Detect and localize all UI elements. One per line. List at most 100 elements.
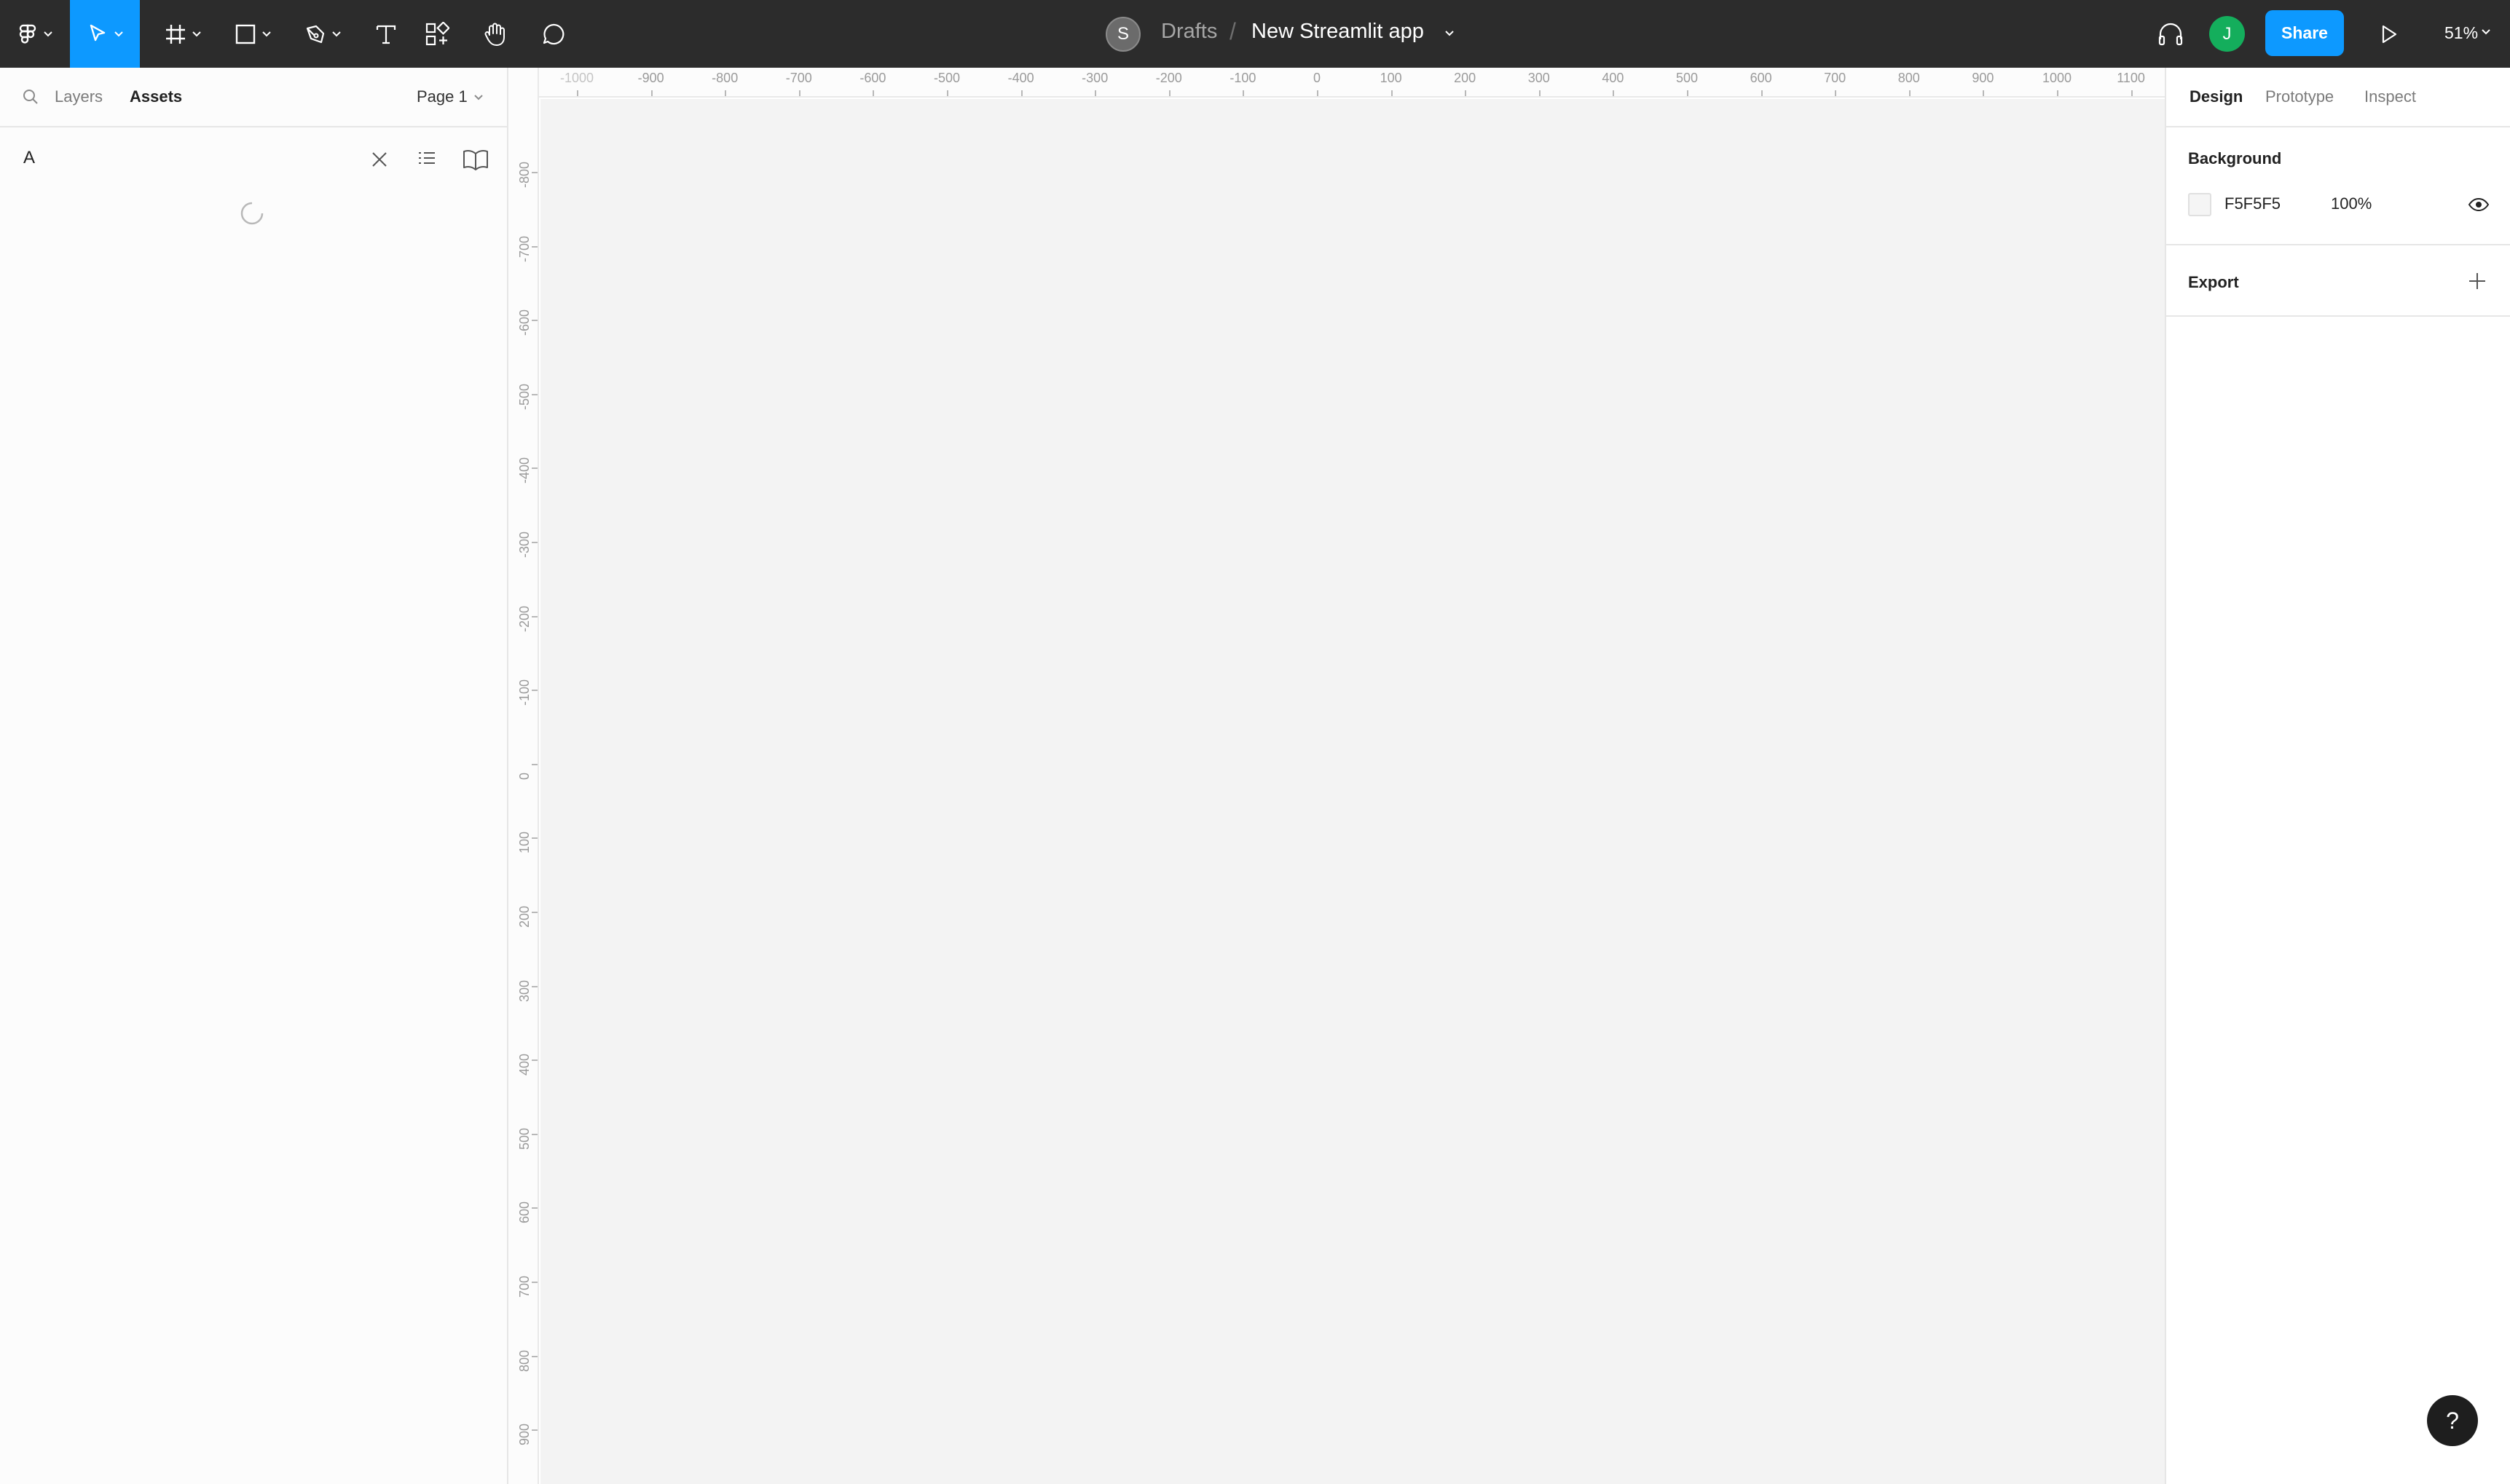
ruler-tick bbox=[532, 985, 538, 987]
ruler-tick bbox=[1168, 90, 1171, 96]
ruler-label: -500 bbox=[517, 383, 532, 410]
pen-tool-icon bbox=[306, 25, 325, 43]
ruler-tick bbox=[532, 690, 538, 692]
horizontal-ruler: -1000 -900 -800 -700 -600 -500 -400 -300 -200 -10… bbox=[508, 68, 2165, 98]
ruler-label: -300 bbox=[517, 531, 532, 558]
background-color-swatch[interactable] bbox=[2188, 193, 2211, 216]
list-view-icon[interactable] bbox=[417, 149, 437, 170]
ruler-label: 600 bbox=[1750, 71, 1772, 85]
ruler-label: -100 bbox=[517, 679, 532, 706]
hand-tool-button[interactable] bbox=[473, 0, 517, 68]
page-selector[interactable]: Page 1 bbox=[417, 87, 468, 106]
right-panel-tabs: Design Prototype Inspect bbox=[2166, 68, 2510, 127]
asset-search-input[interactable] bbox=[23, 143, 344, 173]
search-icon[interactable] bbox=[22, 88, 39, 106]
clear-search-icon[interactable] bbox=[370, 150, 389, 169]
text-tool-button[interactable] bbox=[364, 0, 408, 68]
ruler-label: 500 bbox=[517, 1127, 532, 1150]
tab-inspect[interactable]: Inspect bbox=[2364, 87, 2416, 106]
eye-icon[interactable] bbox=[2468, 197, 2490, 212]
breadcrumb-drafts[interactable]: Drafts bbox=[1161, 20, 1217, 44]
ruler-label: -600 bbox=[859, 71, 886, 85]
user-avatar[interactable]: J bbox=[2209, 16, 2245, 52]
add-export-icon[interactable] bbox=[2468, 272, 2487, 291]
comment-tool-button[interactable] bbox=[532, 0, 575, 68]
ruler-tick bbox=[873, 90, 875, 96]
ruler-label: 400 bbox=[517, 1054, 532, 1076]
background-opacity-value[interactable]: 100% bbox=[2331, 194, 2372, 213]
left-panel-tabs: Layers Assets Page 1 bbox=[0, 68, 507, 127]
ruler-label: 200 bbox=[517, 905, 532, 928]
audio-button[interactable] bbox=[2149, 0, 2192, 68]
share-button[interactable]: Share bbox=[2265, 10, 2344, 56]
ruler-tick bbox=[947, 90, 948, 96]
ruler-label: 1100 bbox=[2117, 71, 2145, 85]
ruler-tick bbox=[1687, 90, 1688, 96]
file-menu-chevron-icon[interactable] bbox=[1444, 29, 1455, 38]
ruler-tick bbox=[577, 90, 578, 96]
move-tool-button[interactable] bbox=[70, 0, 140, 68]
library-icon[interactable] bbox=[462, 148, 489, 171]
ruler-label: -800 bbox=[517, 161, 532, 188]
tab-assets[interactable]: Assets bbox=[130, 87, 182, 106]
tab-prototype[interactable]: Prototype bbox=[2265, 87, 2334, 106]
text-tool-icon bbox=[376, 25, 396, 44]
asset-search-row bbox=[0, 129, 507, 189]
ruler-label: -1000 bbox=[559, 71, 594, 85]
pen-tool-button[interactable] bbox=[293, 0, 353, 68]
main-menu-button[interactable] bbox=[0, 0, 70, 68]
ruler-tick bbox=[532, 1059, 538, 1062]
comment-tool-icon bbox=[543, 23, 564, 44]
ruler-tick bbox=[532, 912, 538, 913]
ruler-label: -400 bbox=[517, 457, 532, 484]
ruler-tick bbox=[532, 1355, 538, 1357]
ruler-label: -200 bbox=[517, 605, 532, 632]
ruler-tick bbox=[798, 90, 800, 96]
ruler-tick bbox=[532, 1429, 538, 1432]
file-owner-avatar[interactable]: S bbox=[1106, 17, 1141, 52]
shape-tool-button[interactable] bbox=[223, 0, 283, 68]
ruler-label: -200 bbox=[1155, 71, 1182, 85]
ruler-tick bbox=[1095, 90, 1097, 96]
ruler-tick bbox=[532, 615, 538, 617]
ruler-tick bbox=[532, 245, 538, 248]
present-button[interactable] bbox=[2367, 0, 2411, 68]
frame-tool-button[interactable] bbox=[153, 0, 213, 68]
right-panel: Design Prototype Inspect Background F5F5… bbox=[2165, 68, 2510, 1484]
ruler-label: -100 bbox=[1230, 71, 1256, 85]
chevron-down-icon[interactable] bbox=[473, 94, 484, 101]
figma-menu-icon bbox=[19, 24, 36, 44]
ruler-tick bbox=[532, 763, 538, 765]
ruler-label: 300 bbox=[1527, 71, 1550, 85]
ruler-label: -800 bbox=[712, 71, 739, 85]
file-name[interactable]: New Streamlit app bbox=[1251, 20, 1424, 44]
hand-tool-icon bbox=[484, 23, 505, 46]
tab-design[interactable]: Design bbox=[2190, 87, 2243, 106]
ruler-label: -900 bbox=[637, 71, 664, 85]
design-canvas[interactable] bbox=[540, 99, 2165, 1484]
ruler-label: 700 bbox=[1824, 71, 1846, 85]
ruler-tick bbox=[2131, 90, 2133, 96]
ruler-tick bbox=[532, 1133, 538, 1135]
components-button[interactable] bbox=[415, 0, 459, 68]
background-section: Background F5F5F5 100% bbox=[2166, 129, 2510, 245]
chevron-down-icon bbox=[192, 31, 201, 36]
chevron-down-icon bbox=[114, 31, 123, 36]
loading-spinner-icon bbox=[240, 202, 264, 225]
ruler-tick bbox=[532, 467, 538, 470]
background-title: Background bbox=[2188, 149, 2282, 167]
export-title: Export bbox=[2188, 273, 2239, 291]
ruler-label: -600 bbox=[517, 309, 532, 336]
chevron-down-icon bbox=[44, 31, 52, 36]
ruler-tick bbox=[725, 90, 727, 96]
ruler-tick bbox=[1760, 90, 1763, 96]
ruler-label: 300 bbox=[517, 979, 532, 1002]
zoom-chevron-down-icon[interactable] bbox=[2481, 28, 2491, 36]
vertical-ruler: -800 -700 -600 -500 -400 -300 -200 -100 0 100 200 3… bbox=[508, 68, 539, 1484]
zoom-level[interactable]: 51% bbox=[2444, 23, 2478, 43]
ruler-label: 0 bbox=[1313, 71, 1321, 85]
help-button[interactable]: ? bbox=[2427, 1395, 2478, 1446]
background-hex-value[interactable]: F5F5F5 bbox=[2224, 194, 2281, 213]
ruler-tick bbox=[1908, 90, 1911, 96]
tab-layers[interactable]: Layers bbox=[55, 87, 103, 106]
